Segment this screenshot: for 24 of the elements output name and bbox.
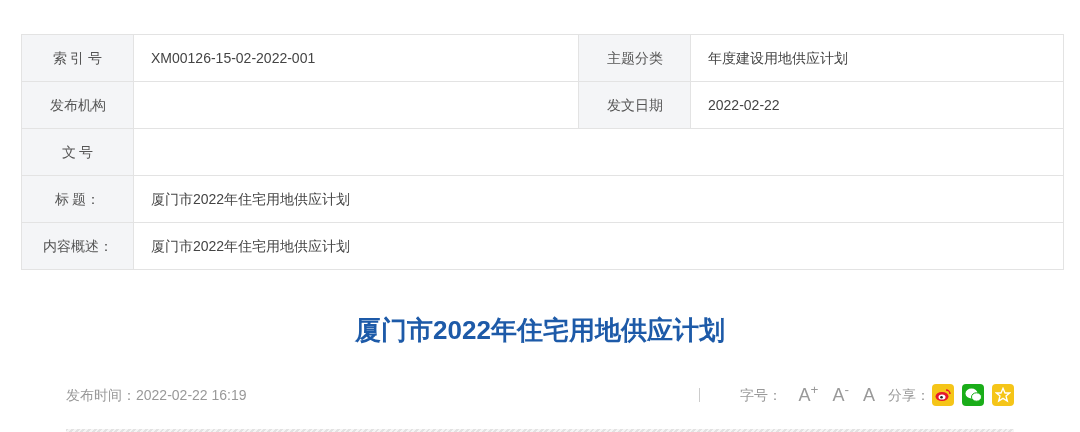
value-cell: 厦门市2022年住宅用地供应计划	[134, 176, 1064, 223]
star-icon	[995, 387, 1011, 403]
label-cell: 内容概述：	[22, 223, 134, 270]
font-size-button[interactable]: A$^{-}$	[832, 385, 849, 405]
value-cell: XM00126-15-02-2022-001	[134, 35, 579, 82]
publish-time: 发布时间：2022-02-22 16:19	[66, 385, 247, 405]
label-cell: 标 题：	[22, 176, 134, 223]
label-cell: 主题分类	[579, 35, 691, 82]
eye-icon	[935, 388, 951, 402]
share-button[interactable]	[932, 384, 954, 406]
share-button[interactable]	[962, 384, 984, 406]
font-size-label: 字号：	[739, 385, 782, 405]
article-title: 厦门市2022年住宅用地供应计划	[354, 314, 726, 347]
font-size-button[interactable]: A$^{+}$	[798, 385, 819, 405]
value-cell: 厦门市2022年住宅用地供应计划	[134, 223, 1064, 270]
label-cell: 文 号	[22, 129, 134, 176]
value-cell: 2022-02-22	[691, 82, 1064, 129]
share-label: 分享：	[888, 385, 930, 405]
label-cell: 发布机构	[22, 82, 134, 129]
font-size-button[interactable]: A	[863, 385, 875, 405]
label-cell: 索 引 号	[22, 35, 134, 82]
chat-bubbles-icon	[964, 388, 982, 402]
label-cell: 发文日期	[579, 82, 691, 129]
value-cell: 年度建设用地供应计划	[691, 35, 1064, 82]
